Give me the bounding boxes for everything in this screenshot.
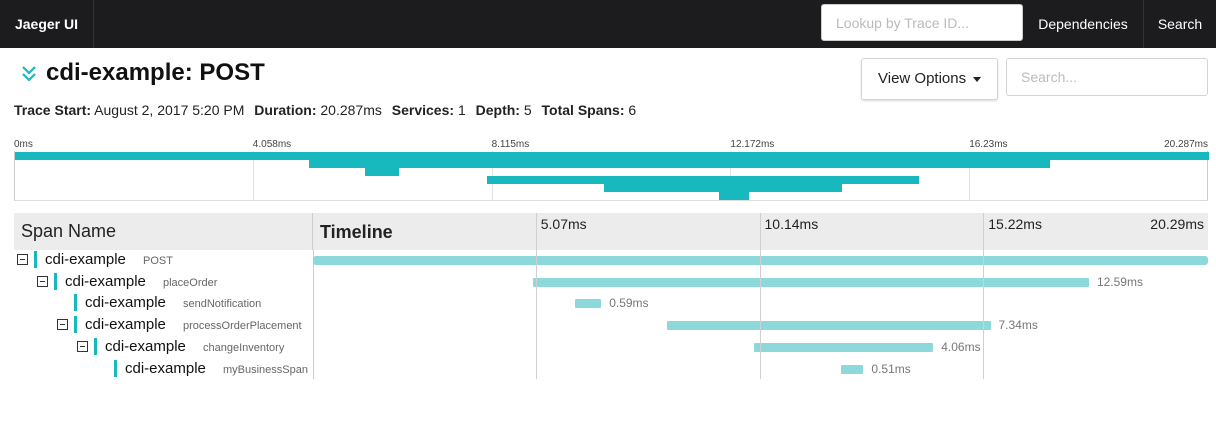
span-duration-label: 0.59ms (609, 296, 649, 311)
minimap-tick-label: 20.287ms (1164, 139, 1208, 150)
total-spans-label: Total Spans: (541, 102, 625, 118)
minimap-tick-label: 8.115ms (491, 139, 530, 150)
span-service-name: cdi-example (85, 316, 166, 334)
timeline-tick-label: 10.14ms (764, 216, 819, 232)
view-options-label: View Options (878, 70, 967, 87)
timeline-gridline (983, 213, 985, 379)
service-color-marker (114, 359, 117, 377)
collapse-chevron-icon[interactable] (20, 64, 38, 84)
timeline-tick-label: 15.22ms (988, 216, 1042, 232)
span-row[interactable]: cdi-example processOrderPlacement 7.34ms (14, 314, 1208, 336)
span-duration-bar[interactable] (575, 299, 602, 309)
brand-link[interactable]: Jaeger UI (0, 0, 94, 48)
span-operation-name: changeInventory (203, 341, 285, 354)
span-duration-bar[interactable] (533, 277, 1089, 287)
service-color-marker (94, 337, 97, 355)
minimap-span-bar (719, 192, 750, 200)
span-row[interactable]: cdi-example myBusinessSpan 0.51ms (14, 358, 1208, 380)
collapse-toggle-icon[interactable] (37, 275, 48, 287)
trace-start-label: Trace Start: (14, 102, 92, 118)
trace-id-lookup-input[interactable] (821, 4, 1023, 41)
minimap-tick-label: 0ms (14, 139, 33, 150)
span-row[interactable]: cdi-example sendNotification 0.59ms (14, 292, 1208, 314)
timeline-tick-label: 5.07ms (540, 216, 587, 232)
span-operation-name: POST (143, 255, 173, 267)
span-service-name: cdi-example (45, 251, 126, 268)
services-value: 1 (457, 102, 466, 118)
timeline-header: Timeline 5.07ms 10.14ms 15.22ms 20.29ms (313, 213, 1208, 250)
minimap-tick-label: 4.058ms (252, 139, 292, 150)
services-label: Services: (391, 102, 455, 118)
trace-meta: Trace Start: August 2, 2017 5:20 PM Dura… (14, 102, 642, 118)
span-duration-bar[interactable] (754, 342, 934, 352)
timeline-tick-label: 20.29ms (1150, 216, 1204, 232)
view-options-button[interactable]: View Options (861, 58, 998, 100)
depth-label: Depth: (475, 102, 520, 118)
span-operation-name: placeOrder (163, 276, 218, 289)
collapse-toggle-icon[interactable] (77, 340, 88, 352)
trace-minimap[interactable] (14, 151, 1209, 201)
span-operation-name: myBusinessSpan (223, 363, 308, 376)
minimap-span-bar (603, 184, 843, 192)
span-duration-label: 4.06ms (941, 339, 981, 354)
duration-value: 20.287ms (320, 102, 382, 118)
span-duration-label: 12.59ms (1096, 274, 1143, 289)
trace-search-input[interactable] (1006, 58, 1208, 96)
minimap-span-bar (15, 152, 1209, 160)
span-row[interactable]: cdi-example POST (14, 249, 1208, 271)
collapse-toggle-icon[interactable] (17, 254, 28, 265)
span-operation-name: sendNotification (183, 298, 262, 311)
duration-label: Duration: (254, 102, 317, 118)
timeline-gridline (535, 213, 537, 379)
service-color-marker (54, 272, 57, 290)
collapse-toggle-icon[interactable] (57, 319, 68, 331)
total-spans-value: 6 (628, 102, 637, 118)
minimap-span-bar (486, 176, 919, 184)
minimap-ticks: 0ms 4.058ms 8.115ms 12.172ms 16.23ms 20.287ms (14, 139, 1208, 151)
span-row[interactable]: cdi-example changeInventory 4.06ms (14, 336, 1208, 358)
span-name-header-label: Span Name (21, 221, 117, 241)
span-operation-name: processOrderPlacement (183, 320, 302, 333)
nav-search[interactable]: Search (1143, 0, 1216, 48)
trace-title: cdi-example: POST (46, 59, 265, 86)
trace-start-value: August 2, 2017 5:20 PM (94, 102, 245, 118)
span-row[interactable]: cdi-example placeOrder 12.59ms (14, 271, 1208, 293)
caret-down-icon (973, 77, 981, 82)
service-color-marker (74, 316, 77, 334)
span-service-name: cdi-example (85, 294, 166, 312)
span-service-name: cdi-example (65, 272, 146, 290)
minimap-tick-label: 12.172ms (730, 139, 775, 150)
span-duration-bar[interactable] (841, 364, 864, 374)
span-duration-label: 0.51ms (871, 361, 911, 376)
span-duration-bar[interactable] (313, 256, 1208, 265)
span-duration-bar[interactable] (666, 321, 991, 331)
minimap-tick-label: 16.23ms (969, 139, 1008, 150)
span-service-name: cdi-example (105, 337, 186, 355)
top-nav: Jaeger UI Dependencies Search (0, 0, 1216, 48)
service-color-marker (74, 294, 77, 312)
timeline-gridline (759, 213, 761, 379)
nav-dependencies[interactable]: Dependencies (1023, 0, 1143, 48)
span-name-header: Span Name (14, 213, 313, 250)
timeline-header-label: Timeline (320, 222, 393, 242)
minimap-span-bar (364, 168, 400, 176)
depth-value: 5 (523, 102, 532, 118)
span-duration-label: 7.34ms (998, 318, 1038, 333)
minimap-span-bar (308, 160, 1051, 168)
service-color-marker (34, 251, 37, 268)
span-service-name: cdi-example (125, 359, 206, 377)
